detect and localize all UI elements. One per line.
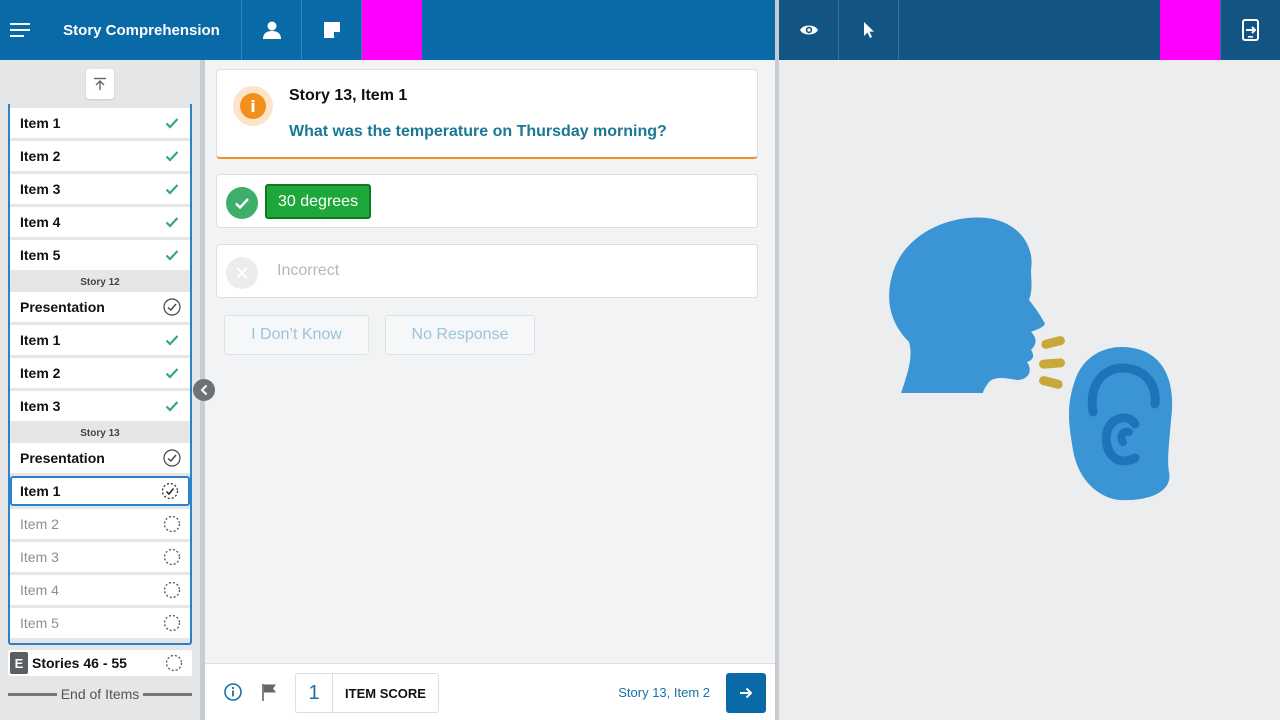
no-response-button[interactable]: No Response [385,315,535,355]
arrow-right-icon [740,687,753,699]
list-item[interactable]: Item 4 [10,207,190,237]
correct-answer-chip[interactable]: 30 degrees [265,184,372,219]
app-title: Story Comprehension [42,0,242,60]
menu-button[interactable] [0,0,42,60]
pointer-button[interactable] [839,0,899,60]
item-score-value: 1 [296,674,333,712]
top-toolbar: Story Comprehension [0,0,775,60]
in-progress-icon [161,482,179,500]
eye-icon [799,25,818,35]
exit-screen-button[interactable] [1220,0,1280,60]
flag-button[interactable] [260,682,280,702]
examinee-button[interactable] [242,0,302,60]
placeholder-block [362,0,422,60]
info-icon: i [233,86,273,126]
collapse-sidebar-button[interactable] [193,379,215,401]
examinee-view-panel [779,60,1280,720]
circle-check-icon [163,449,181,467]
item-footer: 1 ITEM SCORE Story 13, Item 2 [205,663,775,720]
flag-icon [262,684,276,701]
preview-button[interactable] [779,0,839,60]
check-icon [163,213,181,231]
check-circle-icon [226,187,258,219]
chevron-left-icon [200,384,208,396]
check-icon [163,331,181,349]
pending-icon [163,614,181,632]
list-item[interactable]: Item 2 [10,509,190,539]
check-icon [163,180,181,198]
list-item[interactable]: Item 3 [10,542,190,572]
list-item-presentation[interactable]: Presentation [10,292,190,322]
info-button[interactable] [223,682,243,702]
stories-group-row[interactable]: E Stories 46 - 55 [8,650,192,676]
group-label-story-12: Story 12 [80,277,120,288]
x-circle-icon [226,257,258,289]
end-of-items-marker: End of Items [8,686,192,702]
end-of-items-label: End of Items [60,686,140,702]
incorrect-label: Incorrect [277,262,340,279]
correct-response-option[interactable]: 30 degrees [216,174,758,228]
item-score-label: ITEM SCORE [345,685,426,701]
list-item[interactable]: Item 2 [10,358,190,388]
stories-group-label: Stories 46 - 55 [32,655,127,671]
list-item[interactable]: Item 4 [10,575,190,605]
incorrect-response-option[interactable]: Incorrect [216,244,758,298]
next-item-label: Story 13, Item 2 [618,685,710,700]
list-item[interactable]: Item 1 [10,108,190,138]
list-item[interactable]: Item 3 [10,391,190,421]
item-title: Story 13, Item 1 [289,87,408,104]
list-item[interactable]: Item 3 [10,174,190,204]
group-label-story-13: Story 13 [80,428,120,439]
item-list: Item 1 Item 2 Item 3 Item 4 Item 5 Story… [8,104,192,645]
next-item-button[interactable] [726,673,766,713]
question-text: What was the temperature on Thursday mor… [289,123,667,140]
placeholder-block [1160,0,1220,60]
check-icon [163,397,181,415]
item-navigator: Item 1 Item 2 Item 3 Item 4 Item 5 Story… [0,60,200,720]
circle-check-icon [163,298,181,316]
speaking-listening-icon [889,217,1173,501]
pointer-icon [863,22,874,38]
check-icon [163,147,181,165]
person-icon [262,21,281,39]
pending-icon [165,654,183,672]
menu-icon [10,23,30,37]
list-item-current[interactable]: Item 1 [10,476,190,506]
list-item-presentation[interactable]: Presentation [10,443,190,473]
pending-icon [163,581,181,599]
question-card: i Story 13, Item 1 What was the temperat… [216,69,758,159]
info-circle-icon [224,683,242,701]
list-item[interactable]: Item 5 [10,240,190,270]
item-score-box[interactable]: 1 ITEM SCORE [295,673,439,713]
dont-know-button[interactable]: I Don’t Know [224,315,369,355]
pending-icon [163,548,181,566]
arrow-up-to-top-icon [94,77,106,90]
check-icon [163,246,181,264]
section-badge: E [10,652,28,674]
item-panel: i Story 13, Item 1 What was the temperat… [205,60,775,663]
check-icon [163,114,181,132]
list-item[interactable]: Item 2 [10,141,190,171]
scroll-top-button[interactable] [86,69,114,99]
pending-icon [163,515,181,533]
check-icon [163,364,181,382]
note-icon [323,22,340,38]
screen-exit-icon [1241,19,1259,41]
examinee-toolbar [779,0,1280,60]
list-item[interactable]: Item 1 [10,325,190,355]
list-item[interactable]: Item 5 [10,608,190,638]
notes-button[interactable] [302,0,362,60]
